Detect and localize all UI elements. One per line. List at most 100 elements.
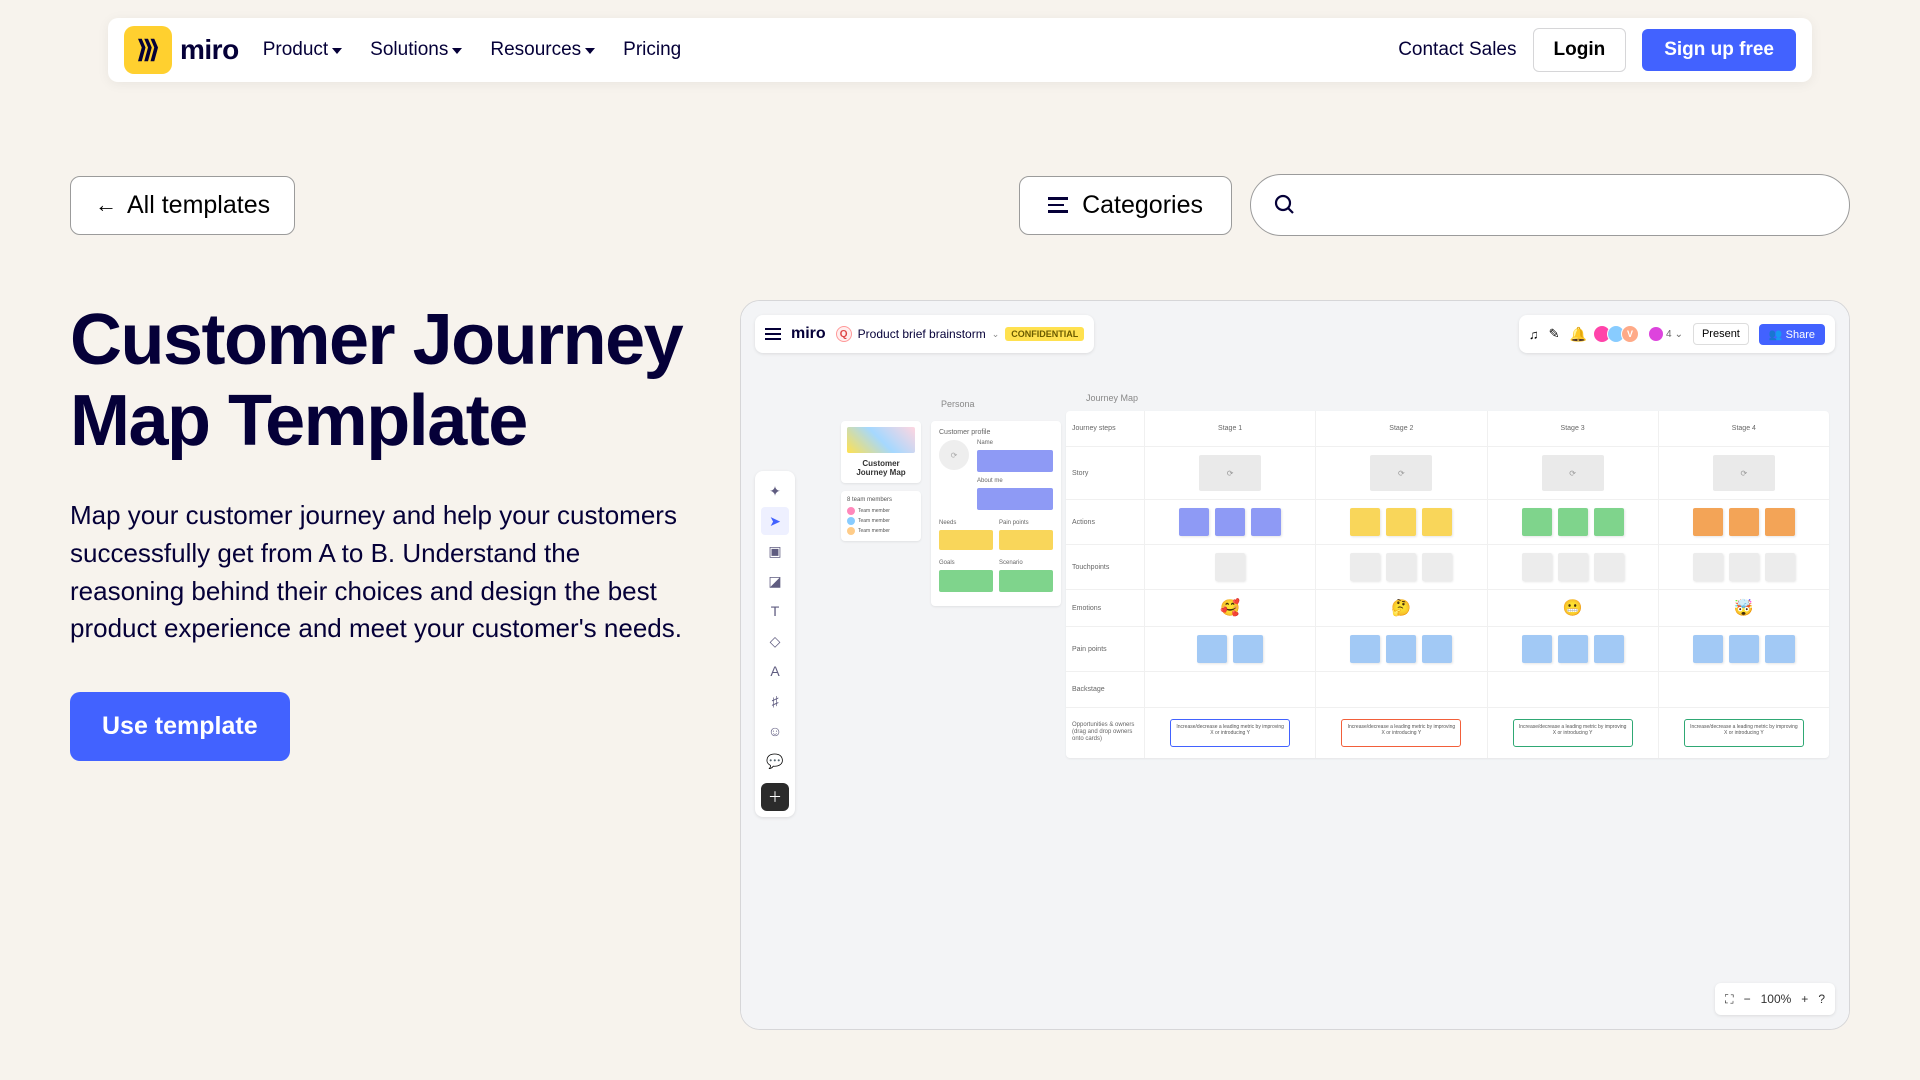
nav-pricing[interactable]: Pricing (623, 39, 681, 61)
table-row: Backstage (1066, 672, 1829, 708)
text-icon[interactable]: T (761, 597, 789, 625)
template-icon[interactable]: ▣ (761, 537, 789, 565)
chevron-down-icon (585, 48, 595, 54)
nav-resources-label: Resources (490, 39, 581, 61)
avatar: V (1621, 325, 1639, 343)
zoom-out-button[interactable]: − (1744, 992, 1751, 1006)
left-column: Customer Journey Map Template Map your c… (70, 300, 690, 1030)
sticky-icon[interactable]: ◪ (761, 567, 789, 595)
image-placeholder: ⟳ (1370, 455, 1432, 491)
confidential-badge: CONFIDENTIAL (1005, 327, 1084, 341)
image-placeholder: ⟳ (1199, 455, 1261, 491)
table-row: Pain points (1066, 627, 1829, 672)
board-name-label: Product brief brainstorm (858, 327, 986, 341)
bell-icon[interactable]: 🔔 (1570, 326, 1587, 343)
stage-header: Stage 4 (1658, 411, 1829, 446)
zoom-level: 100% (1761, 992, 1792, 1006)
row-label: Backstage (1066, 672, 1144, 707)
line-icon[interactable]: A (761, 657, 789, 685)
persona-team-card: 8 team members Team member Team member T… (841, 491, 921, 541)
main-content: Customer Journey Map Template Map your c… (70, 300, 1850, 1030)
side-toolbar: ✦ ➤ ▣ ◪ T ◇ A ♯ ☺ 💬 ＋ (755, 471, 795, 817)
profile-column: Customer profile ⟳ Name About me (931, 421, 1061, 606)
zoom-controls: ⛶ − 100% + ? (1715, 983, 1835, 1015)
sticky-note (977, 450, 1053, 472)
opportunity-card: Increase/decrease a leading metric by im… (1684, 719, 1804, 747)
shapes-icon[interactable]: ◇ (761, 627, 789, 655)
persona-illustration (847, 427, 915, 453)
table-row: Journey steps Stage 1 Stage 2 Stage 3 St… (1066, 411, 1829, 447)
preview-topbar-left: miro Q Product brief brainstorm ⌄ CONFID… (755, 315, 1094, 353)
row-label: Actions (1066, 500, 1144, 544)
brand-name: miro (180, 34, 239, 66)
board-title[interactable]: Q Product brief brainstorm ⌄ CONFIDENTIA… (836, 326, 1085, 342)
login-button[interactable]: Login (1533, 28, 1627, 72)
sticky-note (939, 570, 993, 592)
journey-table: Journey steps Stage 1 Stage 2 Stage 3 St… (1066, 411, 1829, 758)
hamburger-icon[interactable] (765, 328, 781, 340)
board-icon: Q (836, 326, 852, 342)
nav-resources[interactable]: Resources (490, 39, 595, 61)
preview-topbar-right: ♫ ✎ 🔔 V 4 ⌄ Present 👥 Share (1519, 315, 1835, 353)
profile-label: Customer profile (939, 429, 1053, 436)
present-button[interactable]: Present (1693, 323, 1749, 345)
emotion-emoji: 🤔 (1391, 598, 1411, 618)
emotion-emoji: 😬 (1563, 598, 1583, 618)
help-icon[interactable]: ? (1818, 992, 1825, 1006)
sticky-note (999, 570, 1053, 592)
chevron-down-icon: ⌄ (992, 329, 1000, 340)
arrow-left-icon: ← (95, 192, 117, 218)
avatar (1649, 327, 1663, 341)
search-box[interactable] (1250, 174, 1850, 236)
all-templates-label: All templates (127, 191, 270, 220)
emoji-icon[interactable]: ☺ (761, 717, 789, 745)
nav-menu: Product Solutions Resources Pricing (263, 39, 682, 61)
add-tool-icon[interactable]: ＋ (761, 783, 789, 811)
fit-icon[interactable]: ⛶ (1725, 992, 1733, 1007)
journey-heading: Journey Map (1086, 393, 1138, 403)
preview-logo: miro (791, 325, 826, 343)
main-navbar: miro Product Solutions Resources Pricing… (108, 18, 1812, 82)
zoom-in-button[interactable]: + (1801, 992, 1808, 1006)
opportunity-card: Increase/decrease a leading metric by im… (1341, 719, 1461, 747)
persona-column: Customer Journey Map 8 team members Team… (841, 421, 921, 541)
pen-icon[interactable]: ✎ (1549, 326, 1560, 342)
frame-icon[interactable]: ♯ (761, 687, 789, 715)
nav-right: Contact Sales Login Sign up free (1398, 28, 1796, 72)
table-row: Emotions 🥰 🤔 😬 🤯 (1066, 590, 1829, 627)
nav-solutions[interactable]: Solutions (370, 39, 462, 61)
miro-logo-icon[interactable] (124, 26, 172, 74)
row-label: Opportunities & owners (drag and drop ow… (1066, 708, 1144, 758)
emotion-emoji: 🥰 (1220, 598, 1240, 618)
nav-product[interactable]: Product (263, 39, 342, 61)
stage-header: Stage 2 (1315, 411, 1486, 446)
row-label: Pain points (1066, 627, 1144, 671)
music-icon[interactable]: ♫ (1529, 327, 1539, 342)
contact-sales-link[interactable]: Contact Sales (1398, 39, 1516, 61)
collaborator-count[interactable]: 4 ⌄ (1649, 327, 1683, 341)
table-row: Actions (1066, 500, 1829, 545)
row-label: Journey steps (1066, 411, 1144, 446)
comment-icon[interactable]: 💬 (761, 747, 789, 775)
sticky-note (939, 530, 993, 550)
search-input[interactable] (1311, 194, 1827, 217)
page-title: Customer Journey Map Template (70, 300, 690, 461)
row-label: Touchpoints (1066, 545, 1144, 589)
avatar-stack[interactable]: V (1597, 325, 1639, 343)
chevron-down-icon: ⌄ (1675, 329, 1683, 340)
all-templates-button[interactable]: ← All templates (70, 176, 295, 235)
share-button[interactable]: 👥 Share (1759, 324, 1825, 345)
use-template-button[interactable]: Use template (70, 692, 290, 761)
sticky-note (977, 488, 1053, 510)
opportunity-card: Increase/decrease a leading metric by im… (1170, 719, 1290, 747)
nav-solutions-label: Solutions (370, 39, 448, 61)
categories-button[interactable]: Categories (1019, 176, 1232, 235)
persona-card: Customer Journey Map (841, 421, 921, 483)
persona-heading: Persona (941, 399, 975, 409)
cursor-icon[interactable]: ➤ (761, 507, 789, 535)
image-placeholder: ⟳ (1542, 455, 1604, 491)
sparkle-icon[interactable]: ✦ (761, 477, 789, 505)
filter-lines-icon (1048, 197, 1068, 213)
signup-button[interactable]: Sign up free (1642, 29, 1796, 71)
nav-product-label: Product (263, 39, 328, 61)
